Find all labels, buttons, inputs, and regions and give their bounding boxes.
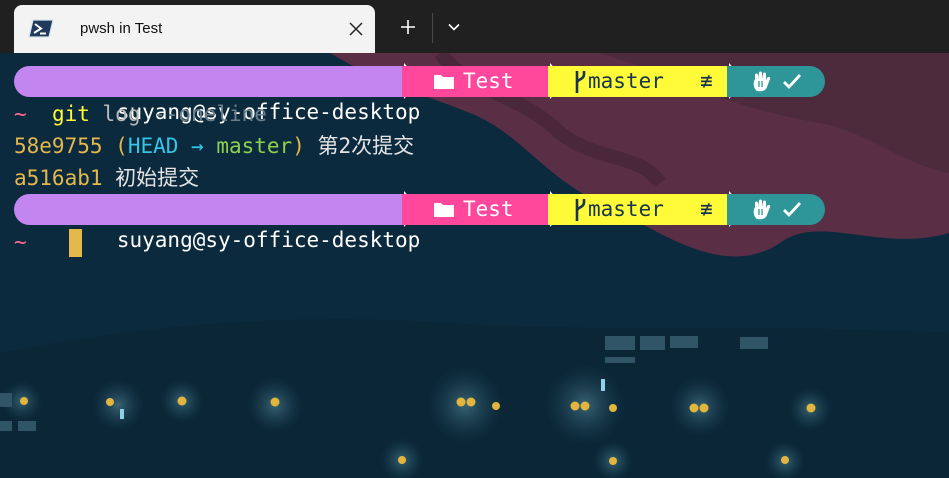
command-line: ~ git log --oneline <box>14 98 267 130</box>
prompt-branch-status: ≢ <box>700 69 713 93</box>
prompt-home: ~ <box>14 102 27 126</box>
input-line[interactable]: ~ <box>14 226 27 258</box>
command-args: log <box>89 102 154 126</box>
prompt-status-segment <box>727 66 825 97</box>
check-icon <box>783 202 802 218</box>
terminal-pane[interactable]: suyang@sy-office-desktop Test master ≢ ~… <box>0 53 949 478</box>
commit-hash: 58e9755 <box>14 134 103 158</box>
prompt-home: ~ <box>14 230 27 254</box>
hand-icon <box>753 71 771 92</box>
prompt-branch-status: ≢ <box>700 197 713 221</box>
new-tab-button[interactable] <box>393 12 423 42</box>
toolbar-divider <box>432 13 433 43</box>
git-branch-icon <box>575 71 586 93</box>
tab-title: pwsh in Test <box>80 20 163 37</box>
prompt-branch: master <box>588 69 664 93</box>
branch-ref: master <box>216 134 293 158</box>
prompt-user-host-segment: suyang@sy-office-desktop <box>14 66 420 124</box>
prompt-branch: master <box>588 197 664 221</box>
hand-icon <box>753 199 771 220</box>
title-bar: pwsh in Test <box>0 0 949 53</box>
log-line: 58e9755 (HEAD → master) 第2次提交 <box>14 130 414 162</box>
check-icon <box>783 74 802 90</box>
prompt-user-host-segment: suyang@sy-office-desktop <box>14 194 420 252</box>
prompt-path-segment: Test <box>402 66 548 97</box>
tab-pwsh[interactable]: pwsh in Test <box>14 5 375 53</box>
folder-icon <box>434 75 454 89</box>
prompt-line: suyang@sy-office-desktop Test master ≢ <box>14 63 825 124</box>
prompt-path-segment: Test <box>402 194 548 225</box>
terminal-cursor <box>69 229 82 257</box>
commit-message: 第2次提交 <box>304 134 415 158</box>
log-line: a516ab1 初始提交 <box>14 162 199 194</box>
prompt-git-segment: master ≢ <box>548 194 727 225</box>
folder-icon <box>434 203 454 217</box>
prompt-path: Test <box>463 69 514 93</box>
head-ref: HEAD <box>127 134 179 158</box>
powershell-icon <box>28 19 54 38</box>
prompt-line: suyang@sy-office-desktop Test master ≢ <box>14 191 825 252</box>
chevron-down-icon[interactable] <box>440 12 468 42</box>
prompt-git-segment: master ≢ <box>548 66 727 97</box>
ref-open: ( <box>102 134 128 158</box>
commit-message: 初始提交 <box>102 166 200 190</box>
prompt-user-host: suyang@sy-office-desktop <box>116 228 421 252</box>
git-branch-icon <box>575 199 586 221</box>
ref-close: ) <box>292 134 305 158</box>
command-flag: --oneline <box>153 102 267 126</box>
prompt-path: Test <box>463 197 514 221</box>
close-icon[interactable] <box>345 18 367 40</box>
prompt-status-segment <box>727 194 825 225</box>
command-name: git <box>51 102 90 126</box>
ref-arrow: → <box>178 134 217 158</box>
commit-hash: a516ab1 <box>14 166 103 190</box>
